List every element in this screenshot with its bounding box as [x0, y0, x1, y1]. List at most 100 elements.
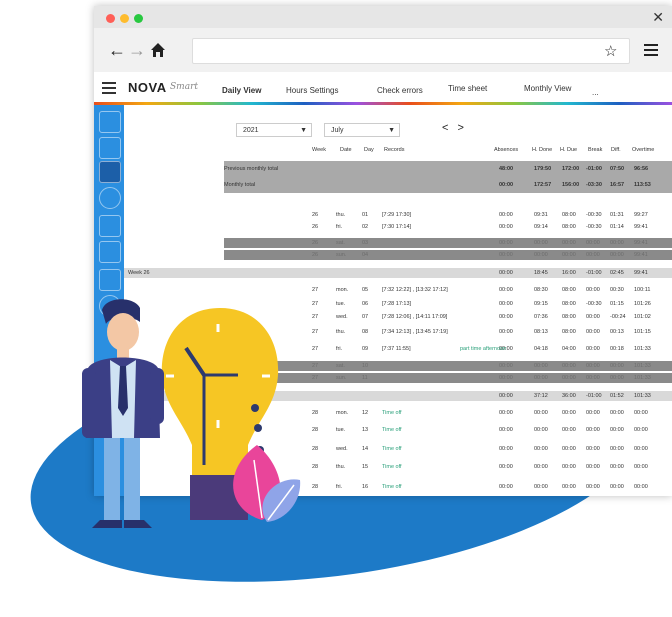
table-row[interactable]: 26 sun. 04 00:00 00:00 00:00 00:00 00:00 99:41: [224, 250, 672, 260]
hamburger-menu-icon[interactable]: [102, 82, 116, 97]
title-bar: ✕: [94, 6, 672, 28]
cell-week: 26: [312, 212, 319, 218]
cell-h-done: 00:00: [534, 252, 548, 258]
col-week: Week: [312, 147, 326, 153]
cell-diff: 00:00: [610, 363, 624, 369]
window-maximize-dot[interactable]: [134, 14, 143, 23]
cell-week: 27: [312, 314, 319, 320]
tab-monthly-view[interactable]: Monthly View: [524, 84, 571, 93]
cell-day: 06: [362, 301, 369, 307]
close-icon[interactable]: ✕: [652, 9, 664, 26]
sidebar-icon-calendar[interactable]: [99, 161, 121, 183]
sidebar-icon-clock[interactable]: [99, 187, 121, 209]
table-row[interactable]: 27 mon. 05 [7:32 12:22] , [13:32 17:12] 00:0…: [224, 285, 672, 295]
cell-records: [7:34 12:13] , [13:45 17:19]: [382, 329, 448, 335]
table-row[interactable]: 28 tue. 13 Time off 00:00 00:00 00:00 00:00 00:0…: [224, 425, 672, 435]
cell-break: 00:00: [586, 329, 600, 335]
window-minimize-dot[interactable]: [120, 14, 129, 23]
app-header: NOVA Smart Daily View Hours Settings Che…: [94, 72, 672, 102]
cell-records: [7:29 17:30]: [382, 212, 412, 218]
cell-h-done: 09:15: [534, 301, 548, 307]
tab-time-sheet[interactable]: Time sheet: [448, 84, 487, 93]
cell-h-done: 00:00: [534, 375, 548, 381]
cell-diff: 00:00: [610, 427, 624, 433]
cell-h-done: 179:50: [534, 166, 552, 172]
cell-overtime: 101:02: [634, 314, 651, 320]
cell-h-due: 156:00: [562, 182, 580, 188]
cell-overtime: 101:33: [634, 375, 651, 381]
cell-diff: 00:00: [610, 240, 624, 246]
cell-date: fri.: [336, 346, 343, 352]
tab-more[interactable]: ...: [592, 88, 599, 97]
cell-h-due: 172:00: [562, 166, 580, 172]
table-row[interactable]: 26 thu. 01 [7:29 17:30] 00:00 09:31 08:00 -00:3…: [224, 210, 672, 220]
cell-diff: 01:31: [610, 212, 624, 218]
sidebar-icon-money[interactable]: [99, 215, 121, 237]
cell-overtime: 00:00: [634, 484, 648, 490]
cell-break: -01:00: [586, 270, 602, 276]
table-row[interactable]: 27 sun. 11 00:00 00:00 00:00 00:00 00:00 101:33: [224, 373, 672, 383]
bookmark-star-icon[interactable]: ☆: [604, 42, 617, 60]
browser-nav-bar: ← → ☆: [94, 28, 672, 72]
cell-break: 00:00: [586, 287, 600, 293]
cell-records: [7:28 17:13]: [382, 301, 412, 307]
table-row[interactable]: 27 fri. 09 [7:37 11:55] 00:00 04:18 04:00 00:00…: [224, 344, 672, 354]
cell-h-due: 00:00: [562, 410, 576, 416]
cell-diff: 00:00: [610, 464, 624, 470]
cell-h-done: 00:00: [534, 410, 548, 416]
cell-day: 01: [362, 212, 369, 218]
back-arrow-icon[interactable]: ←: [108, 40, 126, 61]
table-row-week-total[interactable]: Week 26 00:00 18:45 16:00 -01:00 02:45 99:41: [124, 268, 672, 278]
cell-break: -00:30: [586, 212, 602, 218]
browser-menu-icon[interactable]: [644, 44, 658, 59]
home-icon[interactable]: [150, 42, 166, 58]
sidebar-icon-1[interactable]: [99, 111, 121, 133]
cell-week: 27: [312, 329, 319, 335]
cell-records: Time off: [382, 427, 402, 433]
table-row[interactable]: 26 sat. 03 00:00 00:00 00:00 00:00 00:00 99:41: [224, 238, 672, 248]
cell-diff: 00:00: [610, 410, 624, 416]
cell-h-done: 08:13: [534, 329, 548, 335]
tab-check-errors[interactable]: Check errors: [377, 86, 423, 95]
cell-week: 28: [312, 464, 319, 470]
cell-h-done: 08:30: [534, 287, 548, 293]
sidebar-icon-documents[interactable]: [99, 241, 121, 263]
cell-absences: 00:00: [499, 410, 513, 416]
sidebar-icon-2[interactable]: [99, 137, 121, 159]
forward-arrow-icon[interactable]: →: [128, 40, 146, 61]
cell-overtime: 00:00: [634, 464, 648, 470]
row-label: Week 26: [128, 270, 150, 276]
table-row[interactable]: 27 sat. 10 00:00 00:00 00:00 00:00 00:00 101:33: [224, 361, 672, 371]
tab-daily-view[interactable]: Daily View: [222, 86, 261, 95]
table-row[interactable]: 27 wed. 07 [7:28 12:06] , [14:11 17:09] 00:0…: [224, 312, 672, 322]
cell-diff: 00:00: [610, 375, 624, 381]
url-input[interactable]: [192, 38, 630, 64]
table-row[interactable]: 27 thu. 08 [7:34 12:13] , [13:45 17:19] 00:0…: [224, 327, 672, 337]
cell-day: 03: [362, 240, 369, 246]
table-row-prev-total: Previous monthly total 48:00 179:50 172:…: [224, 161, 672, 177]
cell-h-due: 08:00: [562, 329, 576, 335]
year-select[interactable]: 2021 ▼: [236, 123, 312, 137]
cell-date: sun.: [336, 252, 347, 258]
cell-day: 04: [362, 252, 369, 258]
cell-h-due: 00:00: [562, 464, 576, 470]
cell-absences: 00:00: [499, 252, 513, 258]
table-row[interactable]: 28 mon. 12 Time off 00:00 00:00 00:00 00:00 00:0…: [224, 408, 672, 418]
tab-hours-settings[interactable]: Hours Settings: [286, 86, 338, 95]
sidebar-icon-chart[interactable]: [99, 269, 121, 291]
table-row[interactable]: 27 tue. 06 [7:28 17:13] 00:00 09:15 08:00 -00:3…: [224, 299, 672, 309]
window-close-dot[interactable]: [106, 14, 115, 23]
cell-diff: 00:00: [610, 252, 624, 258]
col-h-done: H. Done: [532, 147, 553, 153]
cell-overtime: 101:33: [634, 393, 651, 399]
month-prev-next[interactable]: < >: [442, 122, 467, 134]
cell-date: mon.: [336, 287, 349, 293]
cell-day: 14: [362, 446, 369, 452]
cell-absences: 00:00: [499, 363, 513, 369]
cell-diff: 00:13: [610, 329, 624, 335]
cell-day: 15: [362, 464, 369, 470]
year-select-value: 2021: [243, 127, 259, 134]
table-row[interactable]: 26 fri. 02 [7:30 17:14] 00:00 09:14 08:00 -00:3…: [224, 222, 672, 232]
table-row-monthly-total: Monthly total 00:00 172:57 156:00 -03:30…: [224, 177, 672, 193]
month-select[interactable]: July ▼: [324, 123, 400, 137]
